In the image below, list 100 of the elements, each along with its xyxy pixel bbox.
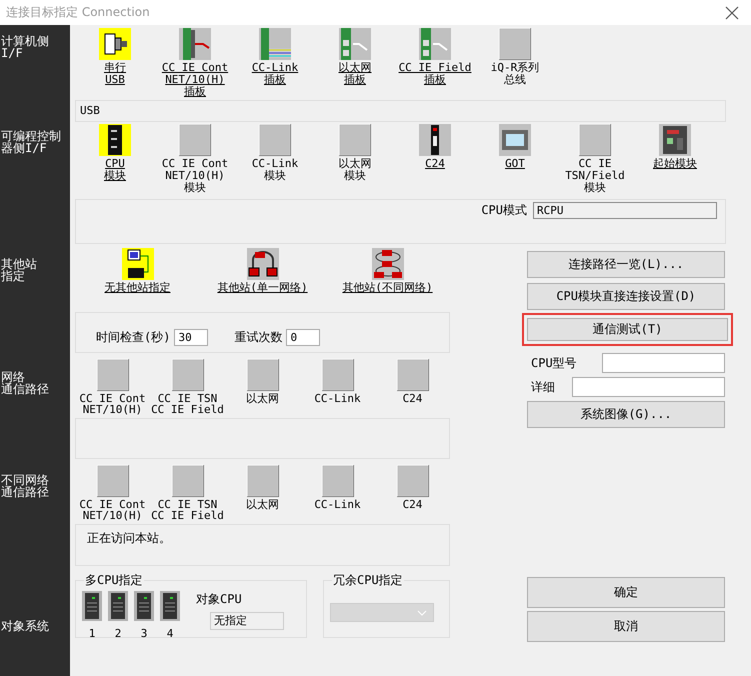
time-check-label: 时间检查(秒) <box>96 329 170 346</box>
server-icon[interactable] <box>160 591 180 621</box>
blank-tile-icon[interactable] <box>172 465 204 497</box>
network-label[interactable]: C24 <box>402 393 422 404</box>
server-icon[interactable] <box>108 591 128 621</box>
network-icon[interactable] <box>246 248 278 280</box>
cpu-number: 4 <box>166 627 174 640</box>
plc-module-icon[interactable] <box>419 124 451 156</box>
section-label: I/F <box>0 47 23 59</box>
interface-label[interactable]: CC IE <box>578 158 612 169</box>
network-label[interactable]: 以太网 <box>246 499 279 510</box>
interface-label[interactable]: CPU <box>105 158 125 169</box>
interface-label[interactable]: 模块 <box>264 170 286 181</box>
blank-tile-icon[interactable] <box>579 124 611 156</box>
section-label: 计算机侧 <box>0 35 50 47</box>
interface-label[interactable]: USB <box>105 74 125 85</box>
interface-label[interactable]: NET/10(H) <box>165 74 225 85</box>
interface-board-icon[interactable] <box>339 28 371 60</box>
blank-tile-icon[interactable] <box>259 124 291 156</box>
station-label[interactable]: 其他站(不同网络) <box>342 282 433 293</box>
interface-label[interactable]: CC-Link <box>252 158 298 169</box>
interface-label[interactable]: 插板 <box>264 74 286 85</box>
target-cpu-field: 无指定 <box>210 612 284 630</box>
interface-label[interactable]: 模块 <box>584 182 606 193</box>
blank-tile-icon[interactable] <box>499 28 531 60</box>
interface-label[interactable]: CC IE Cont <box>162 158 228 169</box>
cpu-mode-label: CPU模式 <box>481 202 527 219</box>
station-label[interactable]: 其他站(单一网络) <box>217 282 308 293</box>
network-label[interactable]: CC-Link <box>314 393 361 404</box>
interface-label[interactable]: CC IE Cont <box>162 62 228 73</box>
blank-tile-icon[interactable] <box>172 359 204 391</box>
blank-tile-icon[interactable] <box>246 465 278 497</box>
section-label: 网络 <box>0 371 25 383</box>
system-image-button[interactable]: 系统图像(G)... <box>527 401 725 428</box>
interface-label[interactable]: 插板 <box>344 74 366 85</box>
blank-tile-icon[interactable] <box>396 465 428 497</box>
network-icon[interactable] <box>372 248 404 280</box>
network-label[interactable]: 以太网 <box>246 393 279 404</box>
blank-tile-icon[interactable] <box>322 465 354 497</box>
interface-board-icon[interactable] <box>179 28 211 60</box>
retry-count-field[interactable]: 0 <box>286 329 320 346</box>
network-label[interactable]: CC IE TSN CC IE Field <box>151 499 224 521</box>
network-label[interactable]: CC-Link <box>314 499 361 510</box>
interface-label[interactable]: 插板 <box>424 74 446 85</box>
interface-label[interactable]: 串行 <box>104 62 126 73</box>
interface-label[interactable]: 模块 <box>184 182 206 193</box>
plc-module-icon[interactable] <box>99 124 131 156</box>
section-label: 指定 <box>0 270 25 282</box>
interface-label[interactable]: C24 <box>425 158 445 169</box>
blank-tile-icon[interactable] <box>179 124 211 156</box>
station-label[interactable]: 无其他站指定 <box>104 282 170 293</box>
interface-board-icon[interactable] <box>259 28 291 60</box>
time-check-field[interactable]: 30 <box>174 329 208 346</box>
cpu-mode-field: RCPU <box>533 202 717 219</box>
serial-connector-icon[interactable] <box>99 28 131 60</box>
network-label[interactable]: CC IE Cont NET/10(H) <box>79 499 146 521</box>
dialog-button[interactable]: 取消 <box>527 611 725 642</box>
network-label[interactable]: CC IE Cont NET/10(H) <box>79 393 146 415</box>
server-icon[interactable] <box>82 591 102 621</box>
close-icon[interactable] <box>725 6 739 20</box>
interface-label[interactable]: 插板 <box>184 86 206 97</box>
interface-label[interactable]: NET/10(H) <box>165 170 225 181</box>
blank-tile-icon[interactable] <box>96 465 128 497</box>
monitor-icon[interactable] <box>499 124 531 156</box>
interface-label[interactable]: CC IE Field <box>398 62 472 73</box>
interface-label[interactable]: 起始模块 <box>653 158 697 169</box>
detail-label: 详细 <box>531 378 555 396</box>
interface-label[interactable]: 总线 <box>504 74 526 85</box>
network-label[interactable]: C24 <box>402 499 422 510</box>
dialog-button[interactable]: 通信测试(T) <box>522 313 733 346</box>
interface-label[interactable]: CC-Link <box>252 62 298 73</box>
computer-plc-icon[interactable] <box>122 248 154 280</box>
group-title: 多CPU指定 <box>84 572 144 589</box>
interface-label[interactable]: 以太网 <box>338 158 372 169</box>
network-label[interactable]: CC IE TSN CC IE Field <box>151 393 224 415</box>
blank-tile-icon[interactable] <box>339 124 371 156</box>
interface-label[interactable]: TSN/Field <box>565 170 625 181</box>
dialog-button[interactable]: 确定 <box>527 577 725 608</box>
section-label: 通信路径 <box>0 486 50 498</box>
chevron-down-icon <box>417 610 427 616</box>
cpu-model-label: CPU型号 <box>531 354 577 372</box>
cpu-number: 2 <box>114 627 122 640</box>
server-icon[interactable] <box>134 591 154 621</box>
blank-tile-icon[interactable] <box>246 359 278 391</box>
cpu-number: 1 <box>88 627 96 640</box>
section-label: 不同网络 <box>0 474 50 486</box>
interface-label[interactable]: 模块 <box>344 170 366 181</box>
interface-label[interactable]: 模块 <box>104 170 126 181</box>
interface-label[interactable]: GOT <box>505 158 525 169</box>
section-label: 可编程控制 <box>0 130 62 142</box>
blank-tile-icon[interactable] <box>396 359 428 391</box>
interface-label[interactable]: iQ-R系列 <box>490 62 540 73</box>
interface-board-icon[interactable] <box>419 28 451 60</box>
blank-tile-icon[interactable] <box>322 359 354 391</box>
interface-field: USB <box>75 100 726 122</box>
group-title: 冗余CPU指定 <box>332 572 404 589</box>
dialog-button[interactable]: 连接路径一览(L)... <box>527 251 725 278</box>
blank-tile-icon[interactable] <box>96 359 128 391</box>
interface-label[interactable]: 以太网 <box>338 62 372 73</box>
dialog-button[interactable]: CPU模块直接连接设置(D) <box>527 283 725 310</box>
